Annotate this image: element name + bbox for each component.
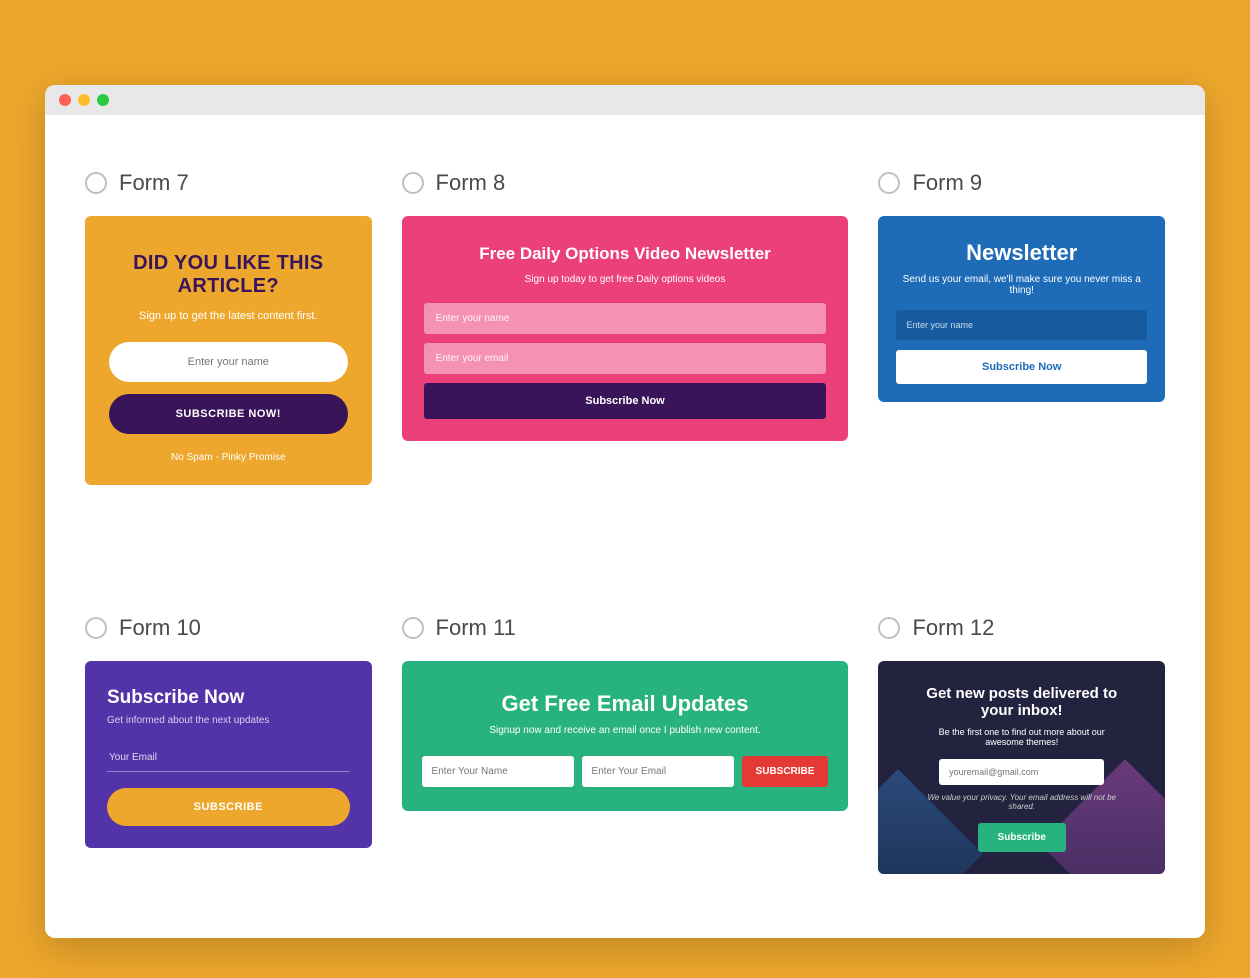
card-title: Form 11 <box>436 615 516 641</box>
window-title-bar <box>45 85 1205 115</box>
form-heading: Newsletter <box>896 240 1147 266</box>
form-heading: Subscribe Now <box>107 687 350 709</box>
form-grid: Form 7 DID YOU LIKE THIS ARTICLE? Sign u… <box>85 170 1165 874</box>
card-title: Form 8 <box>436 170 506 196</box>
radio-select-form-9[interactable] <box>878 172 900 194</box>
subscribe-button[interactable]: SUBSCRIBE <box>742 756 829 787</box>
form-preview-10: Subscribe Now Get informed about the nex… <box>85 661 372 848</box>
form-heading: Free Daily Options Video Newsletter <box>424 244 827 264</box>
email-input[interactable] <box>939 759 1104 785</box>
input-row: SUBSCRIBE <box>422 756 829 787</box>
email-input[interactable] <box>107 744 350 772</box>
name-input[interactable] <box>109 342 348 382</box>
content-area: Form 7 DID YOU LIKE THIS ARTICLE? Sign u… <box>45 115 1205 938</box>
form-heading: Get new posts delivered to your inbox! <box>918 685 1125 719</box>
card-header: Form 12 <box>878 615 1165 641</box>
form-card-12: Form 12 Get new posts delivered to your … <box>878 615 1165 874</box>
card-title: Form 10 <box>119 615 201 641</box>
close-icon[interactable] <box>59 94 71 106</box>
form-preview-9: Newsletter Send us your email, we'll mak… <box>878 216 1165 402</box>
form-preview-11: Get Free Email Updates Signup now and re… <box>402 661 849 811</box>
form-subtext: Be the first one to find out more about … <box>918 727 1125 747</box>
card-header: Form 7 <box>85 170 372 196</box>
subscribe-button[interactable]: Subscribe <box>978 823 1066 852</box>
form-heading: Get Free Email Updates <box>422 691 829 717</box>
form-subtext: Sign up to get the latest content first. <box>109 310 348 322</box>
name-input[interactable] <box>424 303 827 334</box>
card-header: Form 11 <box>402 615 849 641</box>
radio-select-form-7[interactable] <box>85 172 107 194</box>
radio-select-form-12[interactable] <box>878 617 900 639</box>
maximize-icon[interactable] <box>97 94 109 106</box>
card-title: Form 12 <box>912 615 994 641</box>
name-input[interactable] <box>422 756 574 787</box>
radio-select-form-11[interactable] <box>402 617 424 639</box>
form-subtext: Sign up today to get free Daily options … <box>424 274 827 285</box>
card-title: Form 9 <box>912 170 982 196</box>
form-card-7: Form 7 DID YOU LIKE THIS ARTICLE? Sign u… <box>85 170 372 485</box>
form-card-10: Form 10 Subscribe Now Get informed about… <box>85 615 372 874</box>
form-footer-note: No Spam - Pinky Promise <box>109 452 348 463</box>
subscribe-button[interactable]: Subscribe Now <box>896 350 1147 384</box>
form-preview-12: Get new posts delivered to your inbox! B… <box>878 661 1165 874</box>
minimize-icon[interactable] <box>78 94 90 106</box>
name-input[interactable] <box>896 310 1147 340</box>
form-card-11: Form 11 Get Free Email Updates Signup no… <box>402 615 849 874</box>
email-input[interactable] <box>582 756 734 787</box>
form-card-9: Form 9 Newsletter Send us your email, we… <box>878 170 1165 485</box>
radio-select-form-10[interactable] <box>85 617 107 639</box>
subscribe-button[interactable]: SUBSCRIBE NOW! <box>109 394 348 434</box>
form-subtext: Send us your email, we'll make sure you … <box>896 274 1147 296</box>
form-subtext: Get informed about the next updates <box>107 715 350 726</box>
card-header: Form 10 <box>85 615 372 641</box>
email-input[interactable] <box>424 343 827 374</box>
browser-window: Form 7 DID YOU LIKE THIS ARTICLE? Sign u… <box>45 85 1205 938</box>
form-preview-7: DID YOU LIKE THIS ARTICLE? Sign up to ge… <box>85 216 372 485</box>
form-heading: DID YOU LIKE THIS ARTICLE? <box>109 252 348 298</box>
form-preview-8: Free Daily Options Video Newsletter Sign… <box>402 216 849 441</box>
privacy-note: We value your privacy. Your email addres… <box>918 793 1125 811</box>
subscribe-button[interactable]: SUBSCRIBE <box>107 788 350 826</box>
radio-select-form-8[interactable] <box>402 172 424 194</box>
subscribe-button[interactable]: Subscribe Now <box>424 383 827 419</box>
card-header: Form 9 <box>878 170 1165 196</box>
card-header: Form 8 <box>402 170 849 196</box>
form-card-8: Form 8 Free Daily Options Video Newslett… <box>402 170 849 485</box>
form-subtext: Signup now and receive an email once I p… <box>422 725 829 736</box>
card-title: Form 7 <box>119 170 189 196</box>
